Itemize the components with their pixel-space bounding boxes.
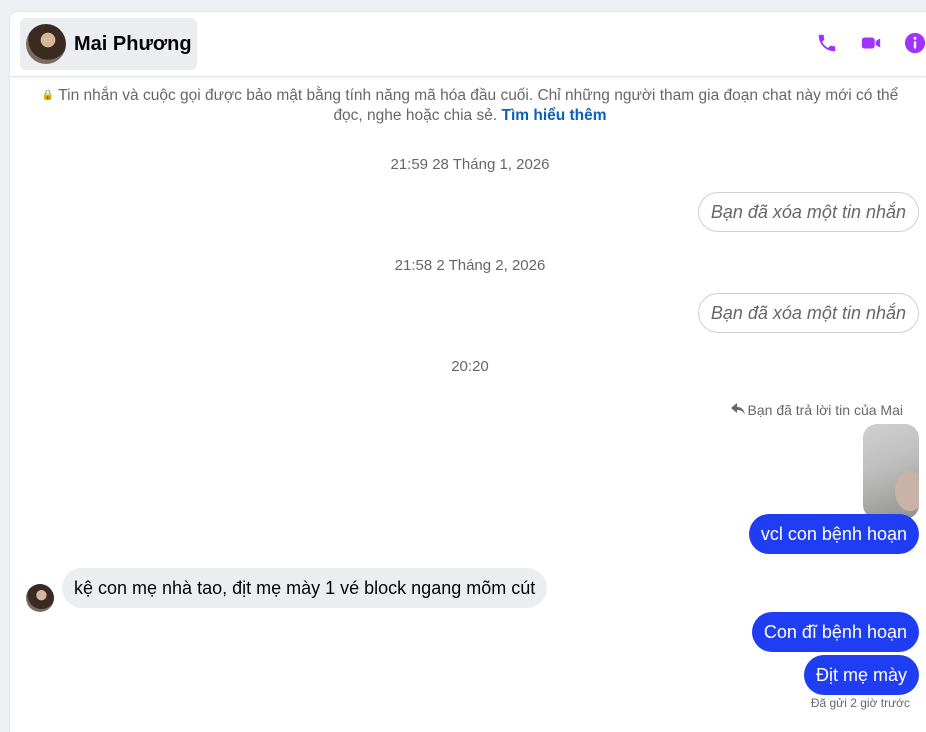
phone-icon[interactable] xyxy=(816,32,838,54)
reply-indicator-text: Bạn đã trả lời tin của Mai xyxy=(747,402,903,418)
reply-arrow-icon xyxy=(730,402,745,418)
info-icon[interactable] xyxy=(904,32,926,54)
outgoing-message[interactable]: Con đĩ bệnh hoạn xyxy=(751,612,919,652)
outgoing-message[interactable]: vcl con bệnh hoạn xyxy=(748,514,919,554)
timestamp: 21:58 2 Tháng 2, 2026 xyxy=(394,257,546,274)
timestamp: 21:59 28 Tháng 1, 2026 xyxy=(390,156,550,173)
avatar xyxy=(26,24,66,64)
chat-header: Mai Phương xyxy=(10,12,926,77)
incoming-message-group: kệ con mẹ nhà tao, địt mẹ mày 1 vé block… xyxy=(26,564,548,612)
learn-more-link[interactable]: Tìm hiểu thêm xyxy=(501,107,606,124)
incoming-message[interactable]: kệ con mẹ nhà tao, địt mẹ mày 1 vé block… xyxy=(62,568,548,608)
outgoing-message[interactable]: Địt mẹ mày xyxy=(803,655,919,695)
contact-name: Mai Phương xyxy=(74,32,192,55)
header-actions xyxy=(816,32,926,54)
avatar[interactable] xyxy=(26,584,54,612)
message-status: Đã gửi 2 giờ trước xyxy=(810,696,910,710)
deleted-message[interactable]: Bạn đã xóa một tin nhắn xyxy=(697,293,919,333)
encryption-notice-text: Tin nhắn và cuộc gọi được bảo mật bằng t… xyxy=(58,87,899,124)
chat-panel: Mai Phương 🔒 Tin nhắn và cuộc gọi được b… xyxy=(10,12,926,732)
reply-indicator: Bạn đã trả lời tin của Mai xyxy=(730,402,903,418)
video-icon[interactable] xyxy=(860,32,882,54)
replied-image-thumbnail[interactable] xyxy=(863,424,919,519)
lock-icon: 🔒 xyxy=(41,90,55,101)
contact-profile-button[interactable]: Mai Phương xyxy=(20,18,197,70)
encryption-notice: 🔒 Tin nhắn và cuộc gọi được bảo mật bằng… xyxy=(40,86,900,126)
timestamp: 20:20 xyxy=(451,358,489,375)
deleted-message[interactable]: Bạn đã xóa một tin nhắn xyxy=(697,192,919,232)
